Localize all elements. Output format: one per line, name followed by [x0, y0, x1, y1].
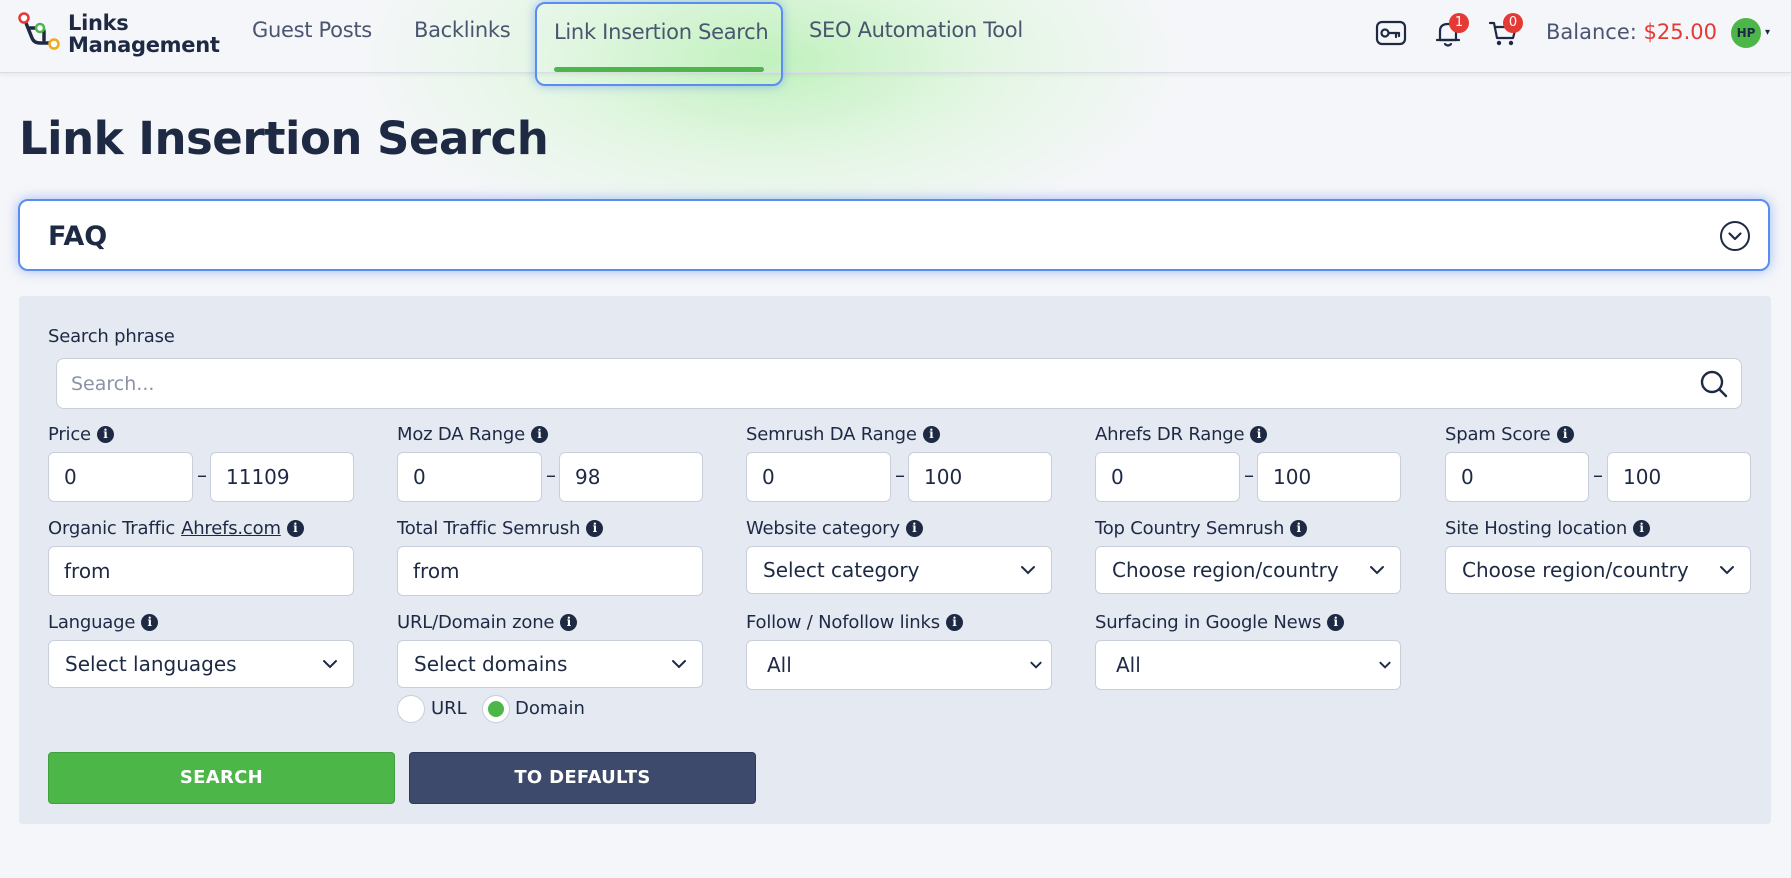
notifications-badge: 1	[1449, 13, 1469, 33]
range-dash: –	[546, 463, 556, 487]
url-radio-label[interactable]: URL	[431, 698, 467, 719]
info-icon[interactable]: i	[905, 520, 923, 537]
semrush-da-from-input[interactable]: 0	[746, 452, 891, 502]
range-dash: –	[1593, 463, 1603, 487]
notifications-button[interactable]: 1	[1431, 13, 1469, 50]
info-icon[interactable]: i	[945, 614, 963, 631]
ahrefs-dr-to-input[interactable]: 100	[1257, 452, 1401, 502]
chevron-down-icon	[1030, 661, 1042, 669]
chevron-down-icon	[1021, 566, 1035, 575]
total-traffic-input[interactable]: from	[397, 546, 703, 596]
semrush-da-to-input[interactable]: 100	[908, 452, 1052, 502]
ahrefs-dr-from-input[interactable]: 0	[1095, 452, 1240, 502]
nav-link-insertion-search[interactable]: Link Insertion Search	[535, 2, 783, 86]
page-title: Link Insertion Search	[19, 112, 549, 165]
follow-label: Follow / Nofollow links i	[746, 612, 963, 633]
api-key-button[interactable]	[1374, 16, 1408, 50]
price-to-input[interactable]: 11109	[210, 452, 354, 502]
info-icon[interactable]: i	[922, 426, 940, 443]
moz-da-label: Moz DA Range i	[397, 424, 548, 445]
total-traffic-label: Total Traffic Semrush i	[397, 518, 604, 539]
nav-backlinks[interactable]: Backlinks	[414, 18, 511, 42]
spam-score-to-input[interactable]: 100	[1607, 452, 1751, 502]
organic-traffic-label: Organic Traffic Ahrefs.com i	[48, 518, 304, 539]
info-icon[interactable]: i	[141, 614, 159, 631]
brand-name: Links Management	[68, 11, 220, 57]
google-news-label: Surfacing in Google News i	[1095, 612, 1345, 633]
info-icon[interactable]: i	[1290, 520, 1308, 537]
moz-da-to-input[interactable]: 98	[559, 452, 703, 502]
domain-radio-label[interactable]: Domain	[515, 698, 585, 719]
price-from-input[interactable]: 0	[48, 452, 193, 502]
nav-link-insertion-search-label: Link Insertion Search	[554, 20, 769, 44]
top-country-select[interactable]: Choose region/country	[1095, 546, 1401, 594]
hosting-location-select[interactable]: Choose region/country	[1445, 546, 1751, 594]
search-button[interactable]: SEARCH	[48, 752, 395, 804]
language-select[interactable]: Select languages	[48, 640, 354, 688]
website-category-label: Website category i	[746, 518, 923, 539]
active-tab-indicator	[554, 67, 764, 72]
to-defaults-button[interactable]: TO DEFAULTS	[409, 752, 756, 804]
url-radio[interactable]	[397, 695, 425, 723]
domain-zone-select[interactable]: Select domains	[397, 640, 703, 688]
chevron-down-icon	[323, 660, 337, 669]
range-dash: –	[197, 463, 207, 487]
website-category-select[interactable]: Select category	[746, 546, 1052, 594]
ahrefs-link[interactable]: Ahrefs.com	[181, 518, 281, 539]
user-avatar[interactable]: HP	[1731, 18, 1761, 48]
search-phrase-label: Search phrase	[48, 326, 175, 347]
domain-radio[interactable]	[482, 695, 510, 723]
search-icon[interactable]	[1699, 369, 1729, 399]
info-icon[interactable]: i	[530, 426, 548, 443]
price-label: Price i	[48, 424, 114, 445]
semrush-da-label: Semrush DA Range i	[746, 424, 940, 445]
info-icon[interactable]: i	[560, 614, 578, 631]
info-icon[interactable]: i	[586, 520, 604, 537]
info-icon[interactable]: i	[286, 520, 304, 537]
chevron-down-icon	[672, 660, 686, 669]
chevron-down-icon	[1720, 566, 1734, 575]
info-icon[interactable]: i	[1327, 614, 1345, 631]
info-icon[interactable]: i	[1250, 426, 1268, 443]
domain-zone-label: URL/Domain zone i	[397, 612, 578, 633]
top-country-label: Top Country Semrush i	[1095, 518, 1308, 539]
range-dash: –	[895, 463, 905, 487]
hosting-location-label: Site Hosting location i	[1445, 518, 1651, 539]
ahrefs-dr-label: Ahrefs DR Range i	[1095, 424, 1268, 445]
chevron-down-icon	[1370, 566, 1384, 575]
range-dash: –	[1244, 463, 1254, 487]
account-balance: Balance: $25.00	[1546, 20, 1718, 44]
google-news-select[interactable]: All	[1095, 640, 1401, 690]
links-logo-icon	[18, 12, 60, 50]
search-field[interactable]	[56, 358, 1742, 409]
spam-score-label: Spam Score i	[1445, 424, 1574, 445]
nav-seo-automation-tool[interactable]: SEO Automation Tool	[809, 18, 1023, 42]
chevron-down-icon	[1379, 661, 1391, 669]
moz-da-from-input[interactable]: 0	[397, 452, 542, 502]
faq-accordion[interactable]: FAQ	[18, 199, 1770, 271]
cart-button[interactable]: 0	[1487, 13, 1523, 50]
organic-traffic-input[interactable]: from	[48, 546, 354, 596]
info-icon[interactable]: i	[96, 426, 114, 443]
language-label: Language i	[48, 612, 159, 633]
search-input[interactable]	[71, 359, 1671, 408]
info-icon[interactable]: i	[1633, 520, 1651, 537]
nav-guest-posts[interactable]: Guest Posts	[252, 18, 372, 42]
chevron-down-icon	[1720, 221, 1750, 251]
follow-select[interactable]: All	[746, 640, 1052, 690]
key-icon	[1375, 20, 1407, 46]
spam-score-from-input[interactable]: 0	[1445, 452, 1589, 502]
info-icon[interactable]: i	[1556, 426, 1574, 443]
account-menu-caret-icon[interactable]: ▾	[1765, 27, 1770, 38]
top-navbar: Links Management Guest Posts Backlinks L…	[0, 0, 1791, 86]
faq-label: FAQ	[48, 221, 108, 252]
cart-badge: 0	[1503, 13, 1523, 33]
brand-logo[interactable]: Links Management	[18, 10, 220, 57]
balance-amount: $25.00	[1643, 20, 1718, 44]
